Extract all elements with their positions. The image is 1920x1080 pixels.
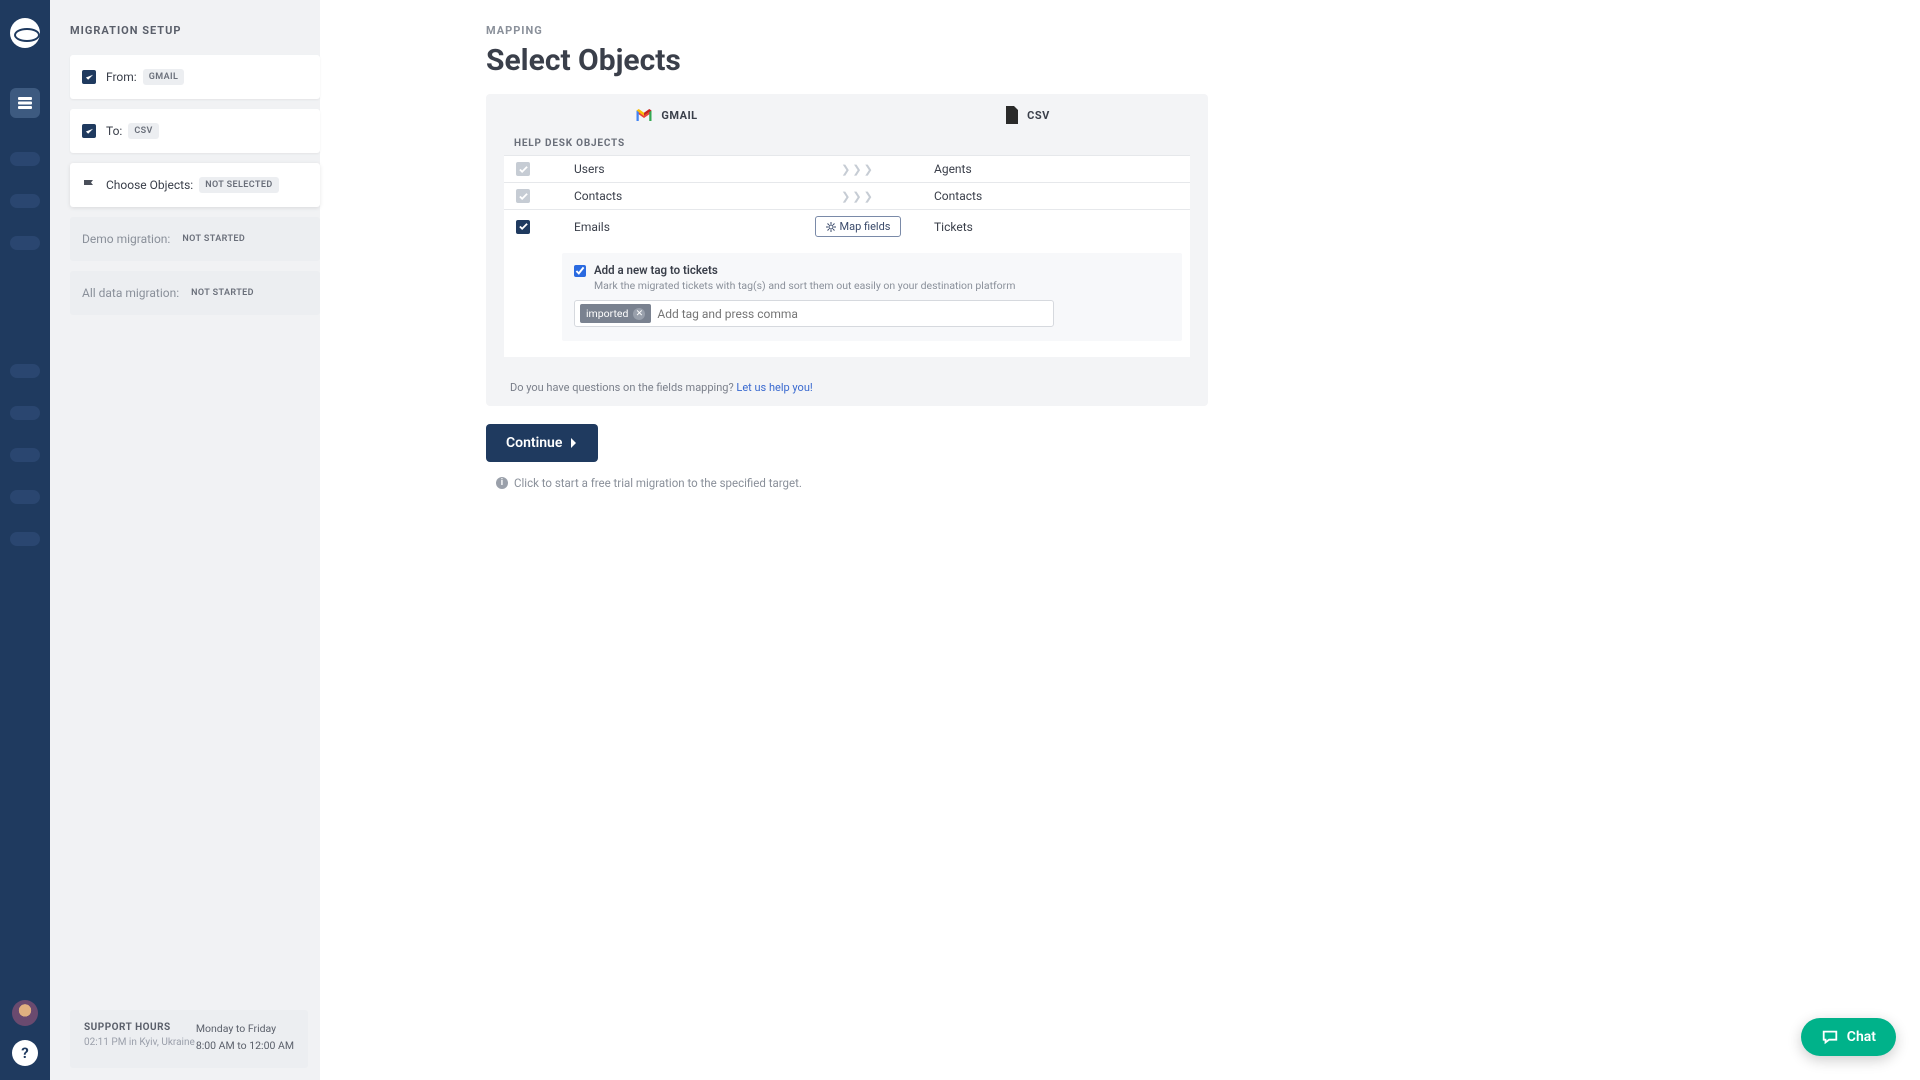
- sidebar-title: MIGRATION SETUP: [50, 24, 320, 55]
- arrow-icon: ❯❯❯: [812, 190, 904, 203]
- step-demo[interactable]: Demo migration: NOT STARTED: [70, 217, 320, 261]
- step-badge: NOT STARTED: [185, 285, 260, 301]
- nav-migrations-icon[interactable]: [10, 88, 40, 118]
- nav-rail: ?: [0, 0, 50, 1080]
- nav-placeholder: [10, 364, 40, 378]
- avatar[interactable]: [12, 1000, 38, 1026]
- gmail-icon: [635, 108, 653, 122]
- source-header: GMAIL: [486, 106, 847, 124]
- main: MAPPING Select Objects GMAIL CSV HELP DE…: [320, 0, 1920, 490]
- tag-input[interactable]: imported ✕: [574, 300, 1054, 327]
- arrow-icon: ❯❯❯: [812, 163, 904, 176]
- check-icon: [82, 70, 96, 84]
- section-heading: HELP DESK OBJECTS: [504, 132, 1190, 155]
- logo-icon: [10, 18, 40, 48]
- row-target: Contacts: [904, 189, 1182, 203]
- help-icon[interactable]: ?: [12, 1040, 38, 1066]
- remove-tag-icon[interactable]: ✕: [633, 308, 645, 320]
- add-tag-title: Add a new tag to tickets: [594, 263, 1015, 277]
- nav-placeholder: [10, 406, 40, 420]
- object-row-users: Users ❯❯❯ Agents: [504, 155, 1190, 182]
- tag-block: Add a new tag to tickets Mark the migrat…: [504, 243, 1190, 357]
- step-label: All data migration:: [82, 286, 179, 300]
- step-badge: NOT SELECTED: [199, 177, 278, 193]
- page-title: Select Objects: [486, 43, 1920, 78]
- gear-icon: [826, 222, 836, 232]
- nav-placeholder: [10, 490, 40, 504]
- add-tag-sub: Mark the migrated tickets with tag(s) an…: [594, 279, 1015, 292]
- chevron-right-icon: [570, 437, 578, 449]
- step-label: Choose Objects:: [106, 178, 193, 192]
- target-label: CSV: [1027, 109, 1050, 122]
- support-hours-range: 8:00 AM to 12:00 AM: [196, 1039, 294, 1052]
- tag-chip-label: imported: [586, 307, 628, 320]
- help-link[interactable]: Let us help you!: [736, 381, 812, 394]
- eyebrow: MAPPING: [486, 24, 1920, 37]
- info-icon: i: [496, 477, 508, 489]
- row-source: Contacts: [574, 189, 812, 203]
- object-row-emails: Emails Map fields Tickets: [504, 209, 1190, 243]
- add-tag-checkbox[interactable]: [574, 265, 586, 277]
- continue-button[interactable]: Continue: [486, 424, 598, 462]
- nav-placeholder: [10, 448, 40, 462]
- step-label: To:: [106, 124, 122, 138]
- map-fields-label: Map fields: [840, 220, 891, 233]
- step-from[interactable]: From: GMAIL: [70, 55, 320, 99]
- nav-placeholder: [10, 152, 40, 166]
- step-to[interactable]: To: CSV: [70, 109, 320, 153]
- step-choose-objects[interactable]: Choose Objects: NOT SELECTED: [70, 163, 320, 207]
- target-header: CSV: [847, 106, 1208, 124]
- object-row-contacts: Contacts ❯❯❯ Contacts: [504, 182, 1190, 209]
- continue-label: Continue: [506, 435, 562, 451]
- panel-footer: Do you have questions on the fields mapp…: [486, 371, 1208, 406]
- tag-chip: imported ✕: [580, 304, 651, 323]
- checkbox-icon: [516, 189, 530, 203]
- row-source: Emails: [574, 220, 812, 234]
- sidebar: MIGRATION SETUP From: GMAIL To: CSV Choo…: [50, 0, 320, 1080]
- flag-icon: [82, 178, 96, 192]
- checkbox-icon: [516, 162, 530, 176]
- csv-file-icon: [1005, 106, 1019, 124]
- step-all-data[interactable]: All data migration: NOT STARTED: [70, 271, 320, 315]
- nav-placeholder: [10, 236, 40, 250]
- chat-icon: [1821, 1028, 1839, 1046]
- step-badge: CSV: [128, 123, 158, 139]
- support-days: Monday to Friday: [196, 1022, 294, 1035]
- hint-text: Click to start a free trial migration to…: [514, 476, 802, 490]
- nav-placeholder: [10, 194, 40, 208]
- objects-panel: GMAIL CSV HELP DESK OBJECTS Users ❯❯❯ Ag…: [486, 94, 1208, 406]
- source-label: GMAIL: [661, 109, 697, 122]
- step-badge: GMAIL: [143, 69, 185, 85]
- row-target: Agents: [904, 162, 1182, 176]
- step-label: From:: [106, 70, 137, 84]
- check-icon: [82, 124, 96, 138]
- continue-hint: i Click to start a free trial migration …: [486, 476, 1920, 490]
- objects-table: HELP DESK OBJECTS Users ❯❯❯ Agents Conta…: [486, 132, 1208, 371]
- map-fields-button[interactable]: Map fields: [815, 216, 902, 237]
- chat-button[interactable]: Chat: [1801, 1018, 1896, 1056]
- step-badge: NOT STARTED: [176, 231, 251, 247]
- row-source: Users: [574, 162, 812, 176]
- support-time: 02:11 PM in Kyiv, Ukraine: [84, 1037, 196, 1048]
- chat-label: Chat: [1847, 1029, 1876, 1045]
- checkbox-icon[interactable]: [516, 220, 530, 234]
- footer-question: Do you have questions on the fields mapp…: [510, 381, 736, 394]
- row-target: Tickets: [904, 220, 1182, 234]
- nav-placeholder: [10, 532, 40, 546]
- step-list: From: GMAIL To: CSV Choose Objects: NOT …: [50, 55, 320, 315]
- support-heading: SUPPORT HOURS: [84, 1022, 196, 1033]
- step-label: Demo migration:: [82, 232, 170, 246]
- tag-text-input[interactable]: [651, 305, 1048, 323]
- panel-head: GMAIL CSV: [486, 94, 1208, 132]
- support-hours: SUPPORT HOURS 02:11 PM in Kyiv, Ukraine …: [70, 1010, 308, 1068]
